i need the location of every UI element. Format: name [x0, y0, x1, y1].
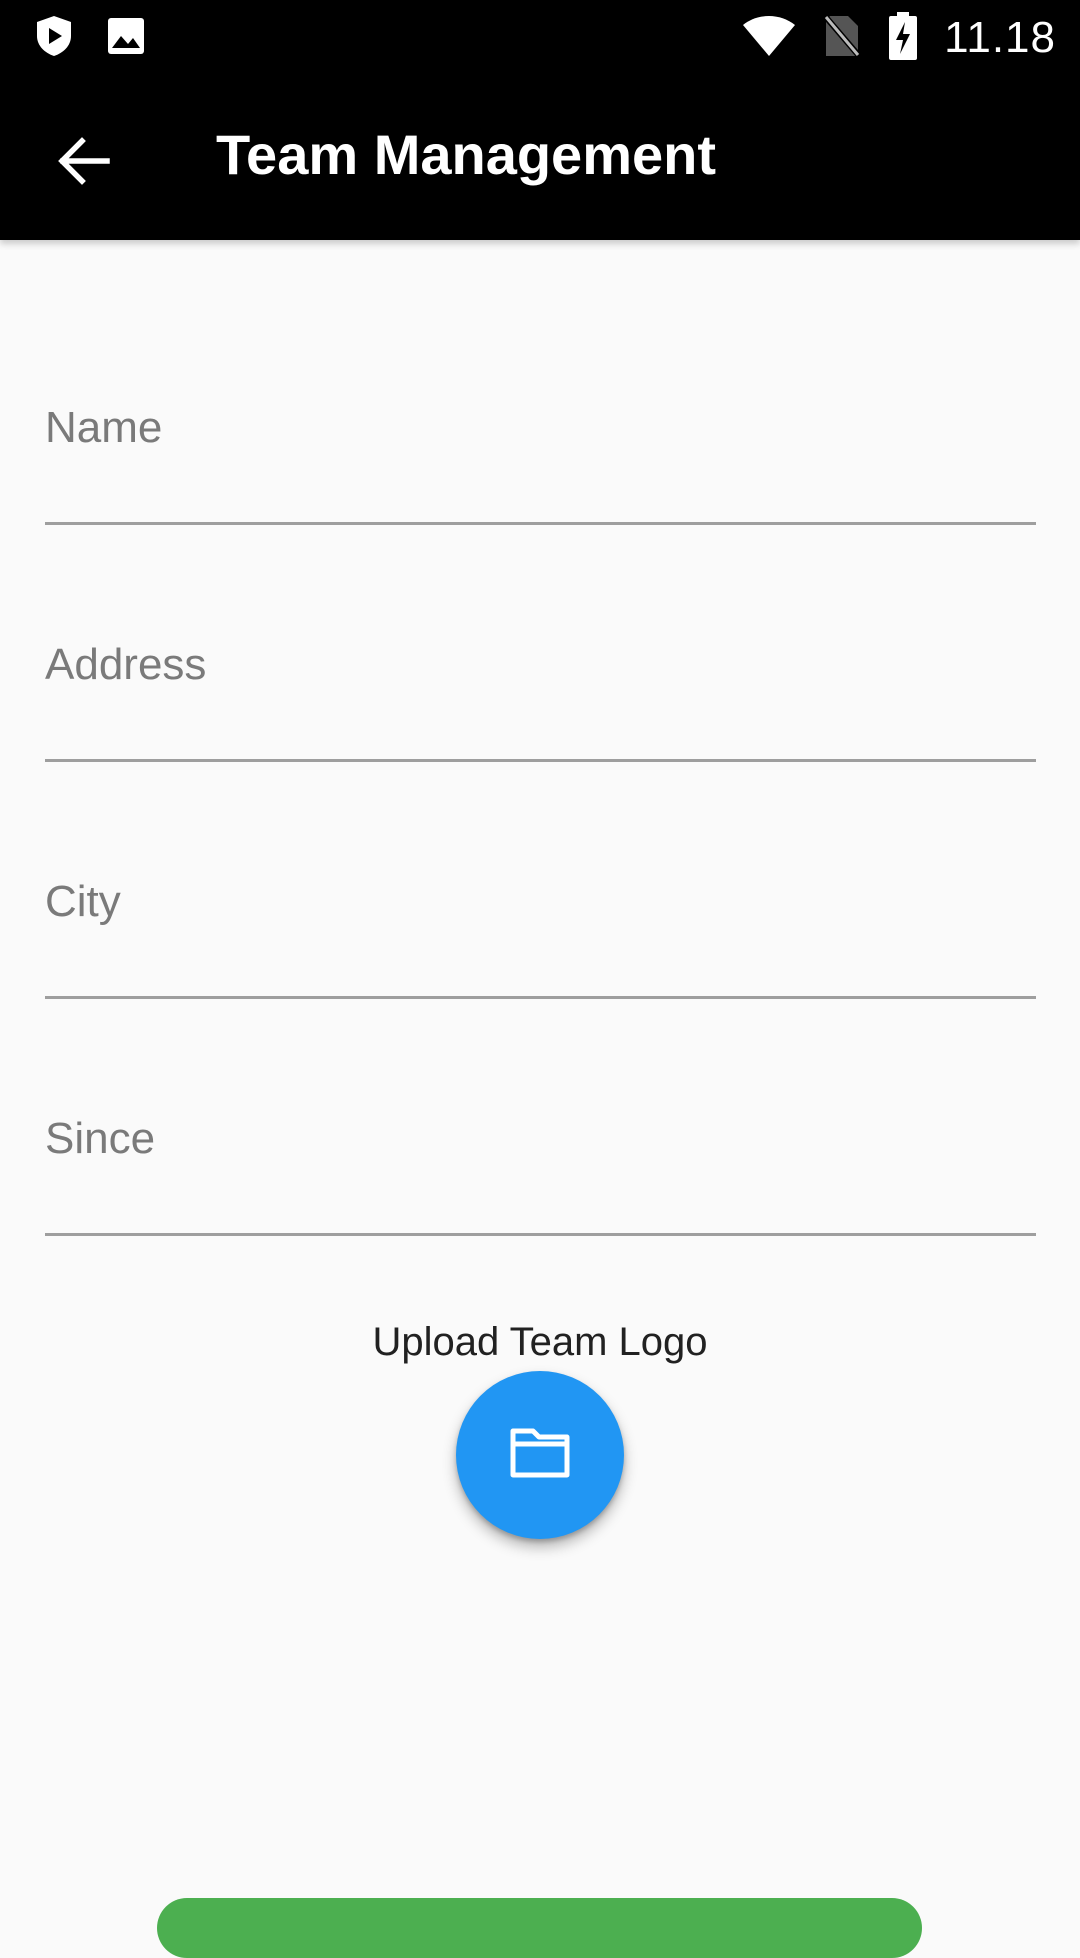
battery-charging-icon [888, 11, 918, 66]
city-field[interactable]: City [45, 876, 1036, 999]
city-field-label: City [45, 877, 121, 926]
wifi-icon [742, 15, 796, 62]
arrow-back-icon [57, 136, 111, 191]
status-right-icons: 11.18 [742, 11, 1056, 66]
status-bar: 11.18 [0, 0, 1080, 75]
play-protect-icon [34, 14, 74, 63]
since-field[interactable]: Since [45, 1113, 1036, 1236]
page-title: Team Management [216, 123, 716, 186]
name-field-label: Name [45, 403, 163, 452]
since-field-label: Since [45, 1114, 156, 1163]
address-field-label: Address [45, 640, 207, 689]
status-left-icons [34, 14, 146, 63]
back-button[interactable] [36, 115, 132, 211]
upload-logo-button[interactable] [456, 1371, 624, 1539]
name-field[interactable]: Name [45, 402, 1036, 525]
app-bar: Team Management [0, 75, 1080, 240]
address-field[interactable]: Address [45, 639, 1036, 762]
upload-logo-label: Upload Team Logo [372, 1320, 708, 1364]
gallery-icon [106, 16, 146, 61]
no-sim-icon [821, 12, 863, 64]
folder-icon [509, 1427, 571, 1484]
submit-button[interactable] [157, 1898, 922, 1958]
status-time: 11.18 [944, 13, 1056, 62]
